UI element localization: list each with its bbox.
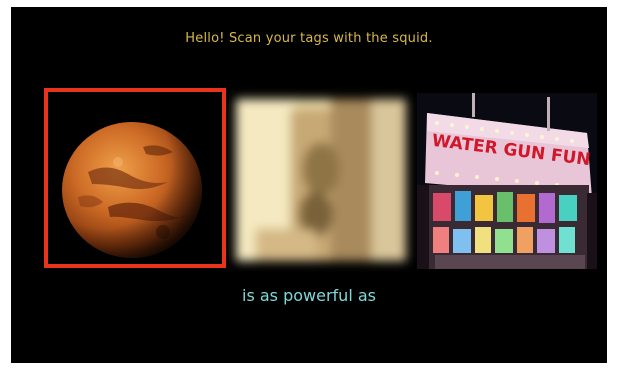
comparison-caption: is as powerful as bbox=[242, 286, 376, 305]
card-blurred-photo[interactable] bbox=[236, 99, 406, 261]
card-mars[interactable] bbox=[44, 88, 226, 268]
card-water-gun-fun-booth[interactable]: WATER GUN FUN bbox=[417, 93, 597, 269]
blurred-photo-image bbox=[236, 99, 406, 261]
greeting-text: Hello! Scan your tags with the squid. bbox=[185, 31, 433, 46]
app-screen: Hello! Scan your tags with the squid. WA… bbox=[11, 7, 607, 363]
carnival-booth-image: WATER GUN FUN bbox=[417, 93, 597, 269]
planet-mars-image bbox=[48, 92, 222, 264]
